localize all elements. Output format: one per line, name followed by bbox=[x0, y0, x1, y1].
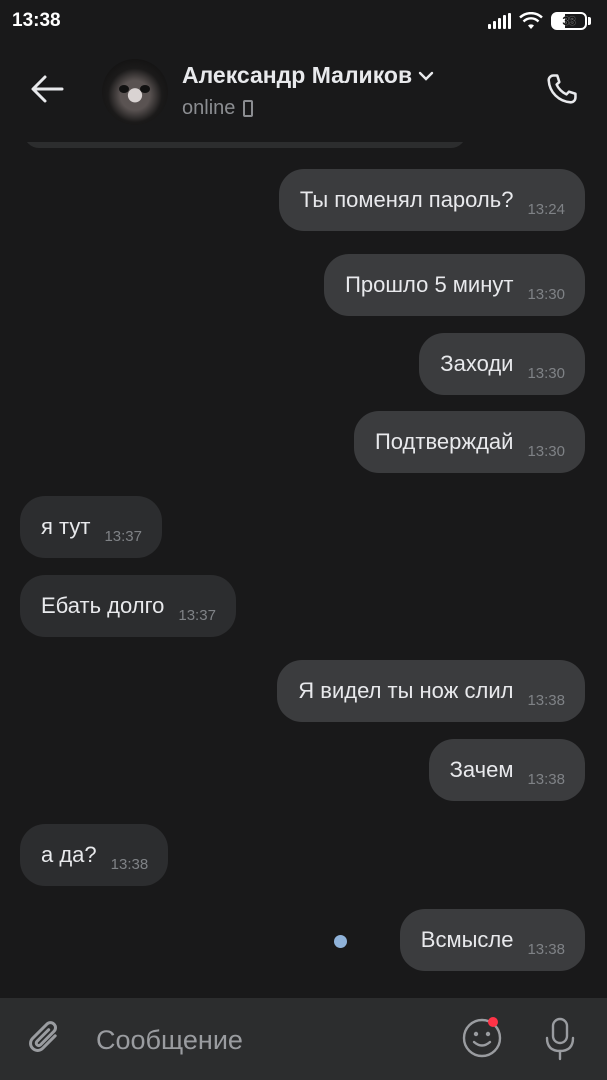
message-bubble-outgoing[interactable]: Ты поменял пароль? 13:24 bbox=[278, 169, 585, 231]
message-time: 13:37 bbox=[178, 606, 216, 624]
status-icons: 33 bbox=[488, 12, 591, 30]
message-bubble-incoming[interactable]: я тут 13:37 bbox=[20, 496, 162, 558]
message-time: 13:38 bbox=[110, 855, 149, 873]
message-time: 13:38 bbox=[527, 940, 565, 958]
message-bubble-outgoing[interactable]: Зачем 13:38 bbox=[428, 739, 585, 801]
contact-title[interactable]: Александр Маликов bbox=[182, 62, 434, 89]
message-text: я тут bbox=[41, 514, 91, 539]
battery-icon: 33 bbox=[551, 12, 591, 30]
message-bubble-incoming[interactable]: Ебать долго 13:37 bbox=[20, 575, 236, 637]
battery-level: 33 bbox=[551, 12, 587, 30]
message-time: 13:30 bbox=[527, 285, 565, 303]
phone-icon bbox=[547, 74, 577, 104]
contact-status: online bbox=[182, 97, 236, 119]
unread-indicator bbox=[334, 935, 347, 948]
message-text: Зачем bbox=[449, 757, 514, 782]
message-bubble-outgoing[interactable]: Заходи 13:30 bbox=[419, 333, 585, 395]
microphone-icon bbox=[545, 1017, 575, 1061]
message-bubble-outgoing[interactable]: Подтверждай 13:30 bbox=[353, 411, 585, 473]
avatar[interactable] bbox=[102, 59, 168, 125]
voice-message-button[interactable] bbox=[540, 1016, 580, 1062]
call-button[interactable] bbox=[541, 68, 583, 110]
contact-name: Александр Маликов bbox=[182, 62, 413, 88]
message-text: а да? bbox=[41, 842, 97, 867]
message-text: Я видел ты нож слил bbox=[298, 678, 514, 703]
paperclip-icon bbox=[29, 1021, 57, 1052]
chat-header: Александр Маликов online bbox=[0, 42, 607, 142]
message-bubble-partial bbox=[24, 142, 466, 148]
message-text: Ебать долго bbox=[41, 593, 165, 618]
notification-dot bbox=[488, 1017, 498, 1027]
message-time: 13:38 bbox=[527, 770, 565, 788]
message-text: Ты поменял пароль? bbox=[299, 187, 514, 212]
message-text: Подтверждай bbox=[374, 429, 514, 454]
status-bar: 13:38 33 bbox=[0, 0, 607, 42]
back-arrow-icon bbox=[31, 75, 64, 103]
emoji-button[interactable] bbox=[460, 1016, 506, 1062]
message-time: 13:30 bbox=[527, 364, 565, 382]
message-list[interactable]: Ты поменял пароль? 13:24 Прошло 5 минут … bbox=[0, 142, 607, 998]
message-bubble-outgoing[interactable]: Всмысле 13:38 bbox=[399, 909, 585, 971]
back-button[interactable] bbox=[24, 66, 70, 112]
message-bubble-outgoing[interactable]: Я видел ты нож слил 13:38 bbox=[277, 660, 585, 722]
battery-percent: 33 bbox=[562, 14, 576, 28]
message-time: 13:30 bbox=[527, 442, 565, 460]
mobile-device-icon bbox=[243, 100, 254, 117]
message-text: Заходи bbox=[440, 351, 514, 376]
message-input[interactable] bbox=[96, 1020, 436, 1060]
message-text: Всмысле bbox=[420, 927, 514, 952]
message-composer bbox=[0, 998, 607, 1080]
message-time: 13:38 bbox=[527, 691, 565, 709]
message-bubble-outgoing[interactable]: Прошло 5 минут 13:30 bbox=[324, 254, 585, 316]
message-time: 13:37 bbox=[104, 527, 142, 545]
attach-button[interactable] bbox=[26, 1018, 66, 1062]
message-time: 13:24 bbox=[527, 200, 565, 218]
status-time: 13:38 bbox=[12, 10, 61, 31]
message-text: Прошло 5 минут bbox=[345, 272, 514, 297]
contact-status-row: online bbox=[182, 97, 254, 120]
wifi-icon bbox=[519, 12, 543, 29]
message-bubble-incoming[interactable]: а да? 13:38 bbox=[20, 824, 169, 886]
signal-icon bbox=[488, 13, 511, 29]
chevron-down-icon bbox=[418, 71, 434, 81]
